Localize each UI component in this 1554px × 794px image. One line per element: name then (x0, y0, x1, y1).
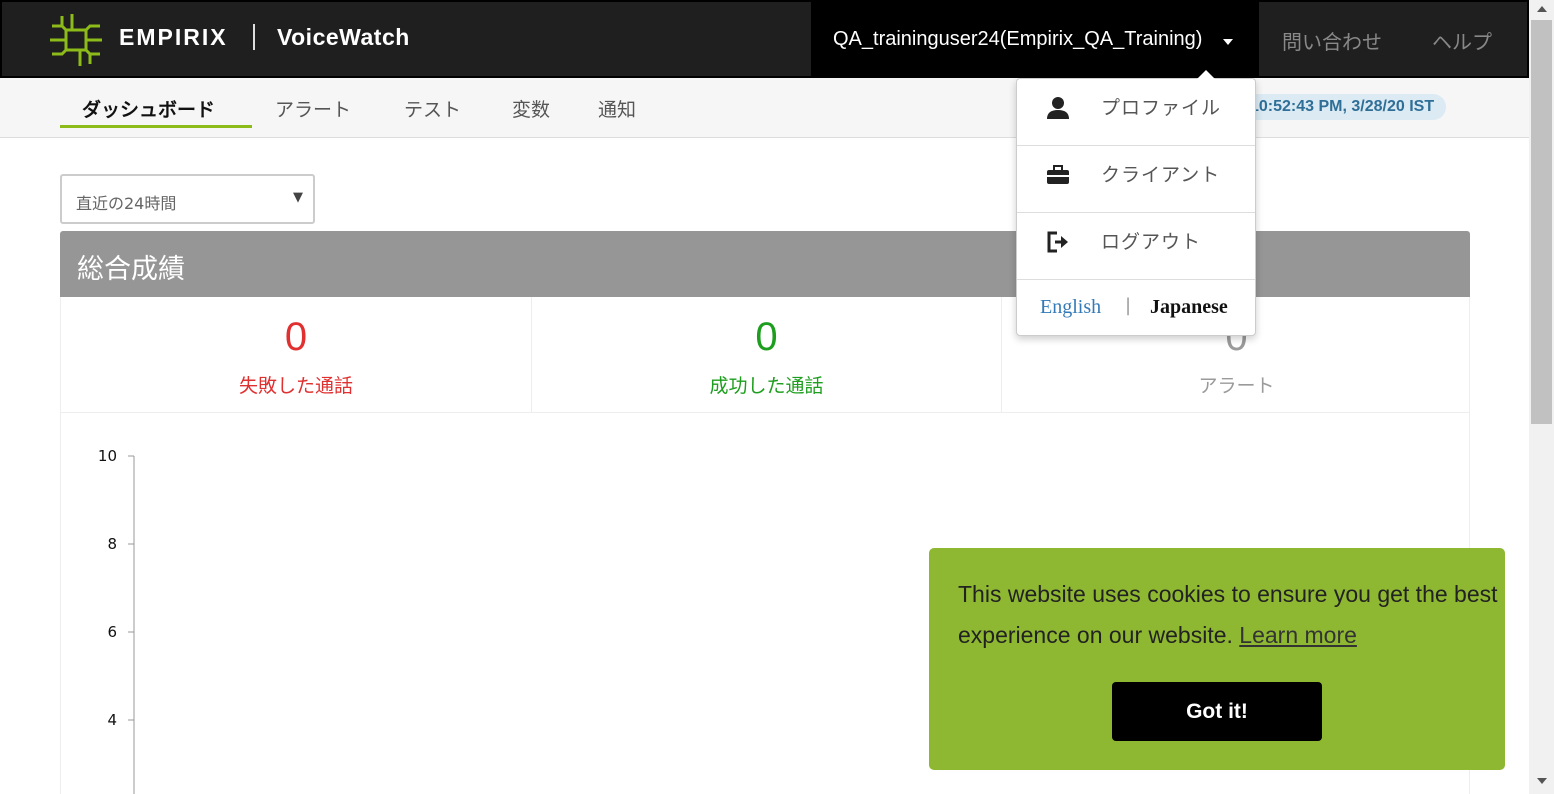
stat-value: 0 (284, 315, 308, 359)
menu-item-label: プロファイル (1101, 97, 1222, 119)
timestamp-badge: 10:52:43 PM, 3/28/20 IST (1236, 94, 1447, 120)
brand-divider (253, 24, 255, 50)
logout-icon (1047, 231, 1068, 253)
y-tick-label: 6 (107, 623, 117, 641)
menu-item-label: クライアント (1101, 164, 1221, 186)
tab-variables[interactable]: 変数 (512, 95, 550, 122)
empirix-logo-icon[interactable] (48, 12, 104, 68)
tab-tests[interactable]: テスト (404, 95, 461, 122)
y-tick-label: 4 (107, 711, 117, 729)
menu-item-label: ログアウト (1101, 231, 1202, 253)
tab-notifications[interactable]: 通知 (598, 95, 636, 122)
cookie-text: This website uses cookies to ensure you … (958, 581, 1498, 648)
got-it-button[interactable]: Got it! (1112, 682, 1322, 741)
cookie-banner: This website uses cookies to ensure you … (929, 548, 1505, 770)
user-dropdown-menu: プロファイル クライアント ログアウト English | Japanese (1016, 70, 1256, 336)
stats-row: 0 失敗した通話 0 成功した通話 0 アラート (60, 297, 1470, 413)
language-english[interactable]: English (1040, 296, 1101, 319)
top-navbar: EMPIRIX VoiceWatch QA_traininguser24(Emp… (0, 0, 1529, 78)
y-tick-label: 10 (98, 447, 117, 465)
stat-successful-calls[interactable]: 0 成功した通話 (531, 297, 1001, 413)
active-tab-indicator (60, 125, 252, 128)
scroll-down-icon[interactable] (1537, 778, 1547, 784)
overall-performance-header: 総合成績 (60, 231, 1470, 297)
user-menu-toggle[interactable]: QA_traininguser24(Empirix_QA_Training) (811, 2, 1259, 78)
product-name: VoiceWatch (277, 24, 410, 50)
language-japanese[interactable]: Japanese (1150, 296, 1228, 319)
briefcase-icon (1047, 165, 1069, 184)
menu-item-client[interactable]: クライアント (1017, 146, 1255, 213)
y-tick-label: 8 (107, 535, 117, 553)
time-range-select[interactable]: 直近の24時間 ▼ (60, 174, 315, 224)
tab-dashboard[interactable]: ダッシュボード (82, 95, 215, 122)
scroll-thumb[interactable] (1531, 20, 1552, 424)
menu-item-logout[interactable]: ログアウト (1017, 213, 1255, 280)
dropdown-arrow-icon: ▼ (293, 190, 303, 205)
tab-alerts[interactable]: アラート (275, 95, 351, 122)
vertical-scrollbar[interactable] (1529, 0, 1554, 794)
dropdown-pointer (1197, 70, 1215, 79)
stat-label: アラート (1198, 375, 1275, 397)
stat-failed-calls[interactable]: 0 失敗した通話 (61, 297, 531, 413)
learn-more-link[interactable]: Learn more (1239, 622, 1357, 648)
language-separator: | (1125, 295, 1132, 316)
brand-name: EMPIRIX (119, 24, 228, 50)
user-icon (1047, 97, 1069, 119)
caret-down-icon (1223, 39, 1233, 45)
stat-label: 失敗した通話 (238, 375, 353, 397)
nav-help[interactable]: ヘルプ (1432, 26, 1492, 55)
scroll-up-icon[interactable] (1537, 6, 1547, 12)
time-range-value: 直近の24時間 (76, 194, 177, 213)
stat-value: 0 (755, 315, 778, 359)
menu-item-profile[interactable]: プロファイル (1017, 79, 1255, 146)
panel-title: 総合成績 (77, 254, 185, 285)
nav-contact[interactable]: 問い合わせ (1282, 26, 1382, 55)
stat-label: 成功した通話 (709, 375, 824, 397)
cookie-message: This website uses cookies to ensure you … (958, 574, 1498, 656)
tab-bar: ダッシュボード アラート テスト 変数 通知 10:52:43 PM, 3/28… (0, 78, 1529, 138)
user-name: QA_traininguser24(Empirix_QA_Training) (833, 28, 1203, 50)
